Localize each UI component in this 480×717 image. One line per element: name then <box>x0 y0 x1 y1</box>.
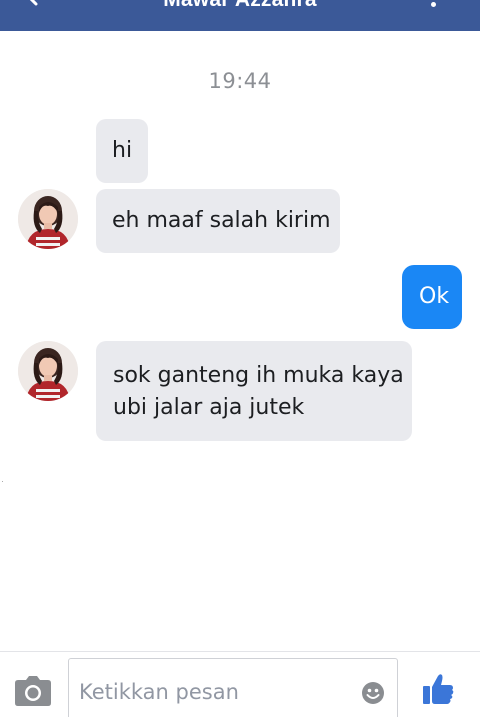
message-bubble-incoming[interactable]: hi <box>96 119 148 183</box>
emoji-button[interactable] <box>361 681 385 705</box>
message-bubble-incoming[interactable]: sok ganteng ih muka kaya ubi jalar aja j… <box>96 341 412 441</box>
profile-photo <box>18 189 78 249</box>
stray-dot <box>2 481 3 482</box>
conversation-title[interactable]: Mawar Azzahra <box>0 0 480 12</box>
chat-header: Mawar Azzahra <box>0 0 480 31</box>
avatar[interactable] <box>18 341 78 401</box>
message-input-box[interactable] <box>68 658 398 717</box>
thumbs-up-icon <box>423 674 454 704</box>
message-timestamp: 19:44 <box>208 69 272 93</box>
message-composer <box>0 651 480 717</box>
message-bubble-incoming[interactable]: eh maaf salah kirim <box>96 189 340 253</box>
emoji-icon <box>362 682 384 704</box>
profile-photo <box>18 341 78 401</box>
message-input[interactable] <box>79 677 349 707</box>
message-bubble-outgoing[interactable]: Ok <box>402 265 462 329</box>
more-options-button[interactable] <box>428 0 438 14</box>
camera-icon <box>15 676 51 706</box>
like-button[interactable] <box>421 672 455 706</box>
avatar[interactable] <box>18 189 78 249</box>
camera-button[interactable] <box>14 676 52 706</box>
chat-screen: Mawar Azzahra 19:44 hi eh maaf salah kir… <box>0 0 480 717</box>
